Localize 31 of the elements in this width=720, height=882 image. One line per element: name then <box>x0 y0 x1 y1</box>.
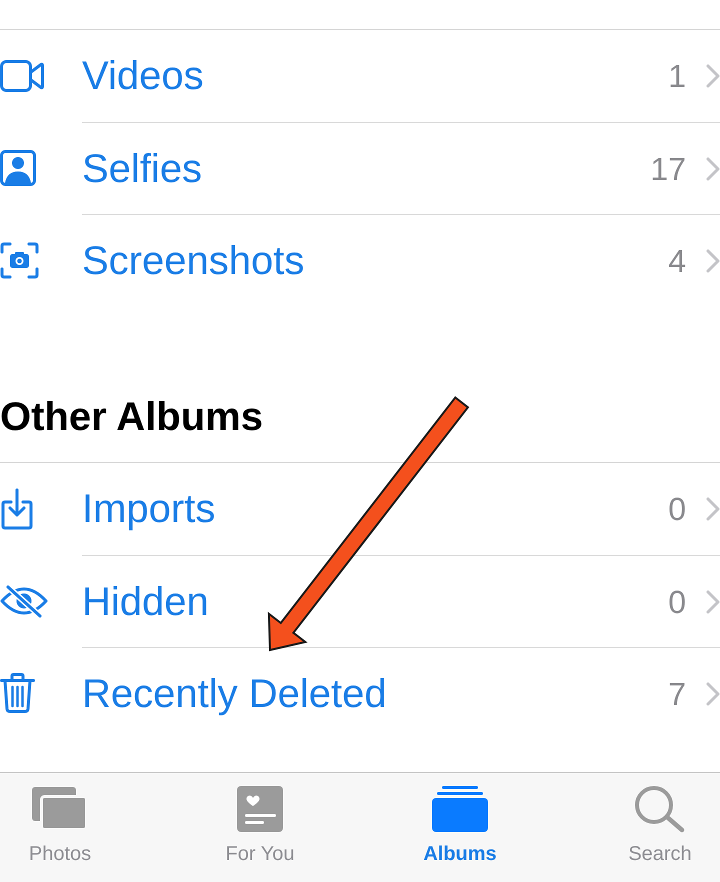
item-count: 0 <box>668 490 686 529</box>
heart-card-icon <box>237 786 283 832</box>
album-title[interactable]: Selfies <box>82 144 202 192</box>
album-title[interactable]: Screenshots <box>82 236 304 284</box>
album-title[interactable]: Hidden <box>82 578 209 626</box>
chevron-icon <box>706 497 720 521</box>
album-title[interactable]: Recently Deleted <box>82 670 387 718</box>
video-camera-icon <box>0 60 44 92</box>
section-heading: Other Albums <box>0 394 263 441</box>
album-title[interactable]: Imports <box>82 485 216 533</box>
chevron-icon <box>706 682 720 706</box>
chevron-icon <box>706 64 720 88</box>
chevron-icon <box>706 248 720 272</box>
download-tray-icon <box>0 488 34 530</box>
albums-stack-icon <box>432 786 488 832</box>
tab-bar-item[interactable]: Search <box>600 786 720 866</box>
tab-bar-item[interactable]: Albums <box>400 786 520 866</box>
chevron-icon <box>706 590 720 614</box>
stacked-photos-icon <box>32 787 88 831</box>
tab-bar-item[interactable]: Photos <box>0 786 120 866</box>
tab-bar-item[interactable]: For You <box>200 786 320 866</box>
item-count: 4 <box>668 242 686 280</box>
item-count: 7 <box>668 674 686 714</box>
person-portrait-icon <box>0 150 36 186</box>
item-count: 17 <box>650 150 686 188</box>
album-title[interactable]: Videos <box>82 52 204 100</box>
trash-icon <box>0 673 35 713</box>
item-count: 0 <box>668 582 686 622</box>
item-count: 1 <box>668 57 686 96</box>
chevron-icon <box>706 156 720 180</box>
search-icon <box>634 785 686 833</box>
